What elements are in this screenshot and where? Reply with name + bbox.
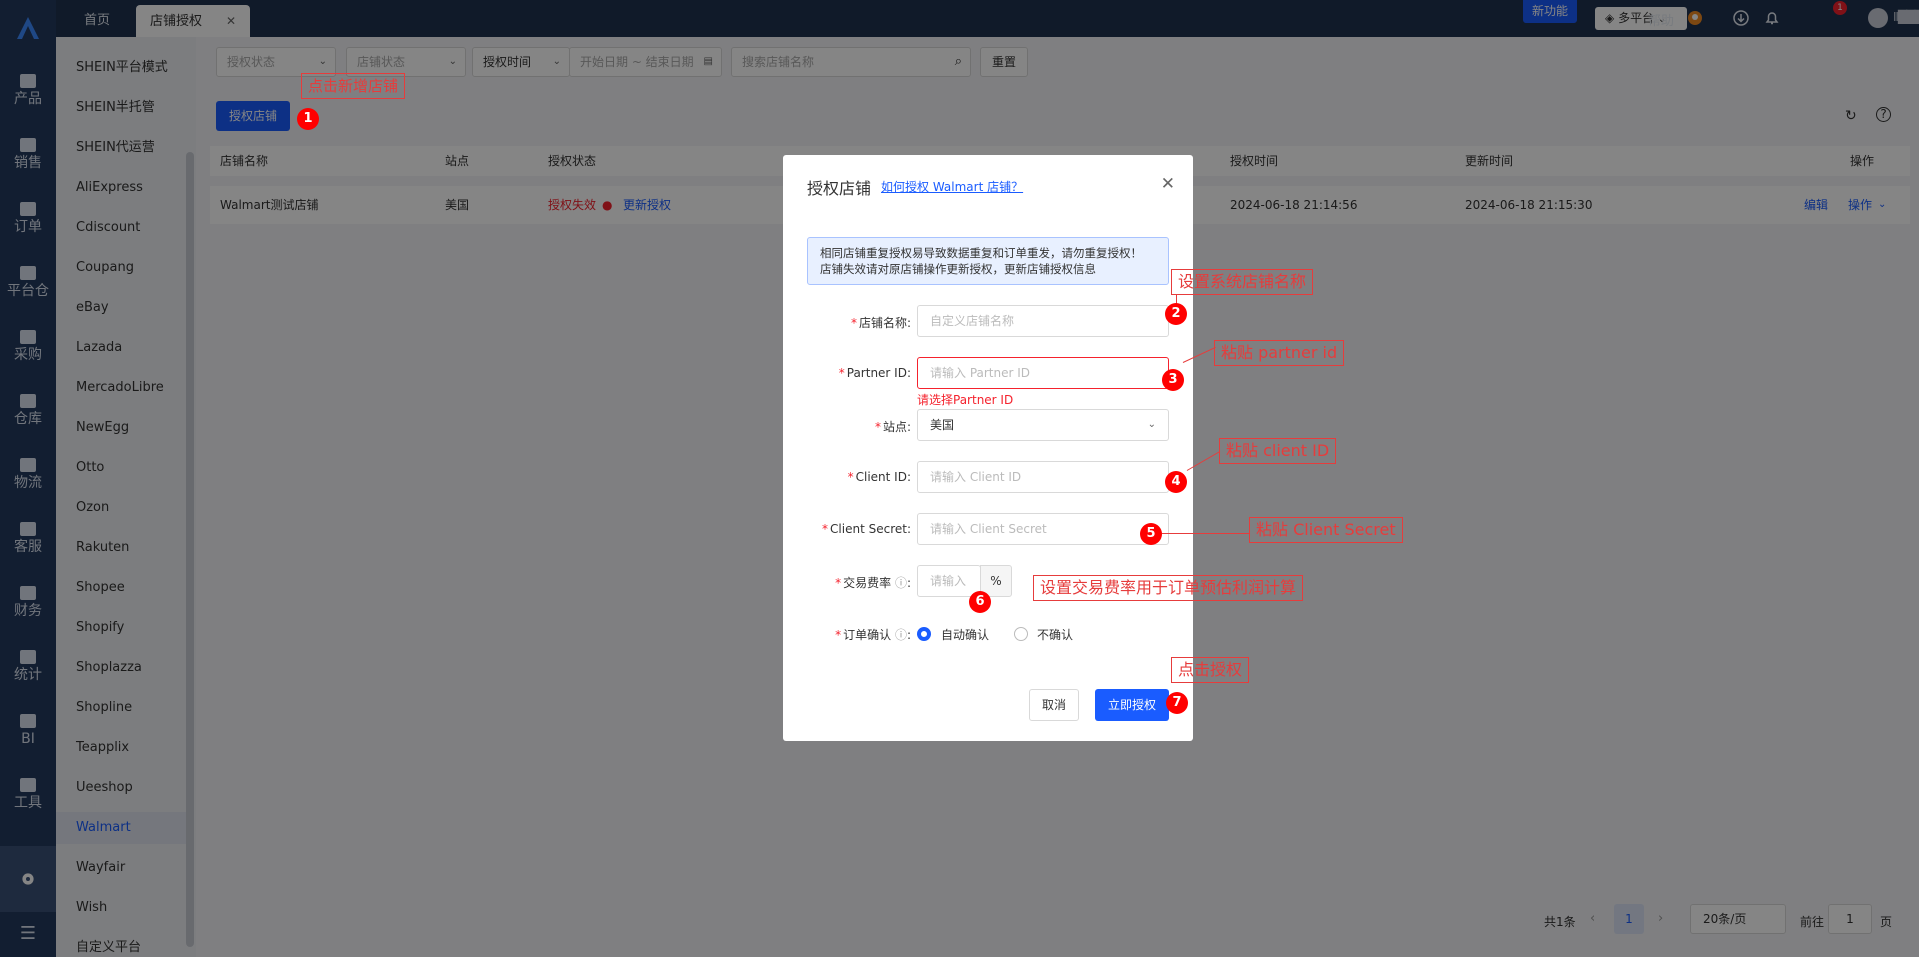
partner-id-error: 请选择Partner ID (917, 393, 1014, 407)
client-id-label: * Client ID: (847, 470, 911, 484)
no-confirm-label[interactable]: 不确认 (1037, 626, 1073, 643)
order-confirm-label: * 订单确认 ⓘ: (835, 628, 911, 642)
alert-line: 店铺失效请对原店铺操作更新授权，更新店铺授权信息 (820, 262, 1096, 276)
fee-rate-label: * 交易费率 ⓘ: (835, 576, 911, 590)
info-icon[interactable]: ⓘ (895, 576, 907, 590)
annotation-label: 点击新增店铺 (301, 73, 406, 99)
warning-alert: 相同店铺重复授权易导致数据重复和订单重发，请勿重复授权！ 店铺失效请对原店铺操作… (807, 237, 1169, 285)
step-marker: 4 (1165, 471, 1187, 493)
step-marker: 5 (1140, 523, 1162, 545)
partner-id-label: * Partner ID: (838, 366, 911, 380)
auto-confirm-radio[interactable] (917, 627, 931, 641)
step-marker: 6 (969, 591, 991, 613)
shop-name-label: * 店铺名称: (850, 316, 911, 330)
client-id-input[interactable]: 请输入 Client ID (917, 461, 1169, 493)
annotation-label: 设置系统店铺名称 (1171, 269, 1314, 295)
partner-id-input[interactable]: 请输入 Partner ID (917, 357, 1169, 389)
alert-line: 相同店铺重复授权易导致数据重复和订单重发，请勿重复授权！ (820, 246, 1142, 260)
dialog-title: 授权店铺 (807, 179, 872, 198)
authorize-shop-dialog: 授权店铺 如何授权 Walmart 店铺？ ✕ 相同店铺重复授权易导致数据重复和… (783, 155, 1193, 741)
authorize-now-button[interactable]: 立即授权 (1095, 689, 1169, 721)
annotation-label: 粘贴 client ID (1219, 438, 1337, 464)
fee-rate-input[interactable]: 请输入 (917, 565, 981, 597)
step-marker: 2 (1165, 303, 1187, 325)
help-link[interactable]: 如何授权 Walmart 店铺？ (881, 178, 1023, 195)
auto-confirm-label[interactable]: 自动确认 (941, 626, 989, 643)
site-value: 美国 (930, 418, 955, 432)
annotation-label: 粘贴 partner id (1214, 340, 1345, 366)
annotation-label: 粘贴 Client Secret (1249, 517, 1403, 543)
annotation-label: 点击授权 (1171, 657, 1250, 683)
client-secret-input[interactable]: 请输入 Client Secret (917, 513, 1169, 545)
step-marker: 1 (297, 108, 319, 130)
chevron-down-icon: ⌄ (1147, 419, 1156, 430)
annotation-line (1162, 533, 1249, 534)
client-secret-label: * Client Secret: (822, 522, 911, 536)
no-confirm-radio[interactable] (1014, 627, 1028, 641)
site-select[interactable]: 美国 ⌄ (917, 409, 1169, 441)
info-icon[interactable]: ⓘ (895, 628, 907, 642)
close-icon[interactable]: ✕ (1161, 174, 1175, 194)
annotation-label: 设置交易费率用于订单预估利润计算 (1033, 575, 1304, 601)
shop-name-input[interactable]: 自定义店铺名称 (917, 305, 1169, 337)
step-marker: 3 (1162, 369, 1184, 391)
step-marker: 7 (1166, 692, 1188, 714)
site-label: * 站点: (874, 420, 911, 434)
cancel-button[interactable]: 取消 (1029, 689, 1079, 721)
